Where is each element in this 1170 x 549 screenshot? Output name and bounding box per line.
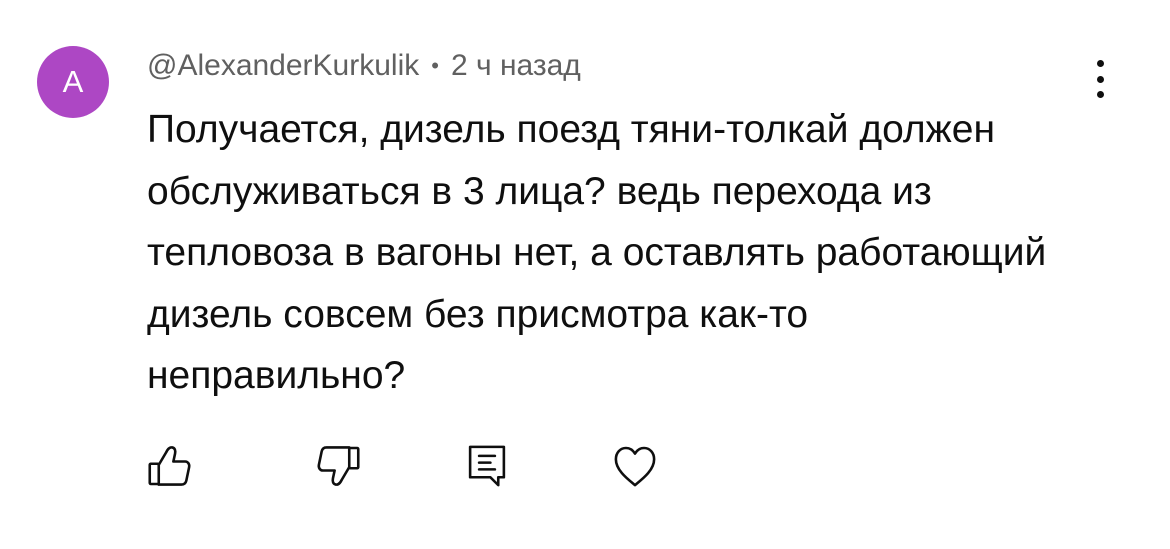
thumbs-up-icon bbox=[148, 446, 191, 486]
heart-button[interactable] bbox=[605, 436, 665, 496]
avatar[interactable]: A bbox=[37, 46, 109, 118]
like-button[interactable] bbox=[140, 436, 200, 496]
more-dot bbox=[1096, 60, 1104, 67]
comment-card: A @AlexanderKurkulik • 2 ч назад Получае… bbox=[0, 0, 1170, 549]
timestamp[interactable]: 2 ч назад bbox=[451, 49, 581, 83]
more-dot bbox=[1096, 91, 1104, 98]
thumbs-down-icon bbox=[317, 446, 360, 486]
reply-icon bbox=[468, 445, 506, 487]
author-handle[interactable]: @AlexanderKurkulik bbox=[147, 49, 419, 83]
separator-dot: • bbox=[431, 53, 439, 78]
dislike-button[interactable] bbox=[308, 436, 368, 496]
comment-text: Получается, дизель поезд тяни-толкай дол… bbox=[147, 108, 1047, 397]
avatar-letter: A bbox=[62, 64, 84, 99]
heart-icon bbox=[614, 446, 656, 487]
reply-button[interactable] bbox=[457, 436, 517, 496]
more-options-button[interactable] bbox=[1082, 56, 1118, 102]
more-dot bbox=[1096, 75, 1104, 83]
comment-header: @AlexanderKurkulik • 2 ч назад bbox=[147, 46, 581, 86]
